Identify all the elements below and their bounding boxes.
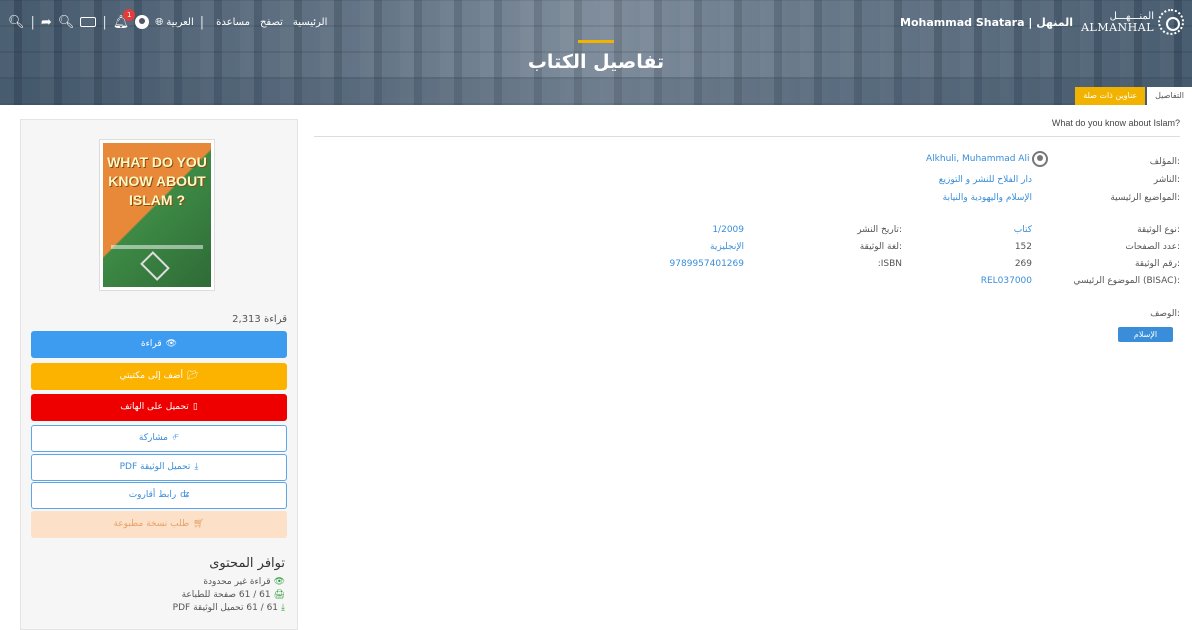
search-icon[interactable]: 🔍︎ [8, 15, 25, 30]
citation-link-label: رابط أقاروت [128, 490, 177, 500]
doc-lang-label: لغة الوثيقة: [859, 242, 902, 252]
document-title: What do you know about Islam? [1051, 118, 1180, 128]
nav-home[interactable]: الرئيسية [293, 17, 327, 28]
bell-icon[interactable]: 🔔︎ 1 [113, 8, 136, 30]
book-cover-subtitle-line [111, 245, 203, 249]
isbn-label: :ISBN [877, 259, 902, 269]
keyboard-icon[interactable] [80, 17, 97, 27]
publisher-value[interactable]: دار الفلاح للنشر و التوزيع [939, 175, 1032, 185]
eye-icon: 👁︎ [165, 339, 178, 349]
toolbar-left: 🔍︎ | ➦ 🔍︎ | 🔔︎ 1 🌐︎ العربية | الرئيسية ت… [8, 8, 327, 30]
isbn-value[interactable]: 9789957401269 [670, 259, 744, 269]
book-cover-emblem [140, 251, 170, 281]
citation-link-button[interactable]: ʥ رابط أقاروت [31, 482, 287, 509]
cart-icon: 🛒︎ [193, 519, 205, 529]
header-banner: 🔍︎ | ➦ 🔍︎ | 🔔︎ 1 🌐︎ العربية | الرئيسية ت… [0, 0, 1192, 105]
doc-type-value[interactable]: كتاب [1014, 225, 1032, 235]
author-value[interactable]: Alkhuli, Muhammad Ali [926, 151, 1049, 167]
doc-number-value: 269 [1014, 259, 1032, 269]
banner-strip [0, 77, 1192, 105]
language-switch[interactable]: 🌐︎ العربية [155, 17, 194, 28]
toolbar-right: Mohammad Shatara | المنهل المنـــهـــل A… [900, 9, 1184, 35]
title-accent-bar [578, 40, 614, 43]
availability-unlimited-text: قراءة غير محدودة [203, 577, 271, 587]
pub-date-label: تاريخ النشر: [857, 225, 902, 235]
tab-related-titles[interactable]: عناوين ذات صلة [1075, 87, 1146, 105]
availability-print-text: 61 / 61 صفحة للطباعة [181, 590, 271, 600]
logo-text: المنـــهـــل ALMANHAL [1081, 10, 1154, 34]
book-cover[interactable]: WHAT DO YOU KNOW ABOUT ISLAM ? [99, 139, 215, 291]
main-nav: الرئيسية تصفح مساعدة [216, 17, 327, 28]
page-title: تفاصيل الكتاب [527, 51, 665, 73]
add-to-library-button[interactable]: 📂︎ أضف إلى مكتبتي [31, 363, 287, 390]
download-pdf-label: تحميل الوثيقة PDF [119, 462, 191, 472]
almanhal-logo[interactable]: المنـــهـــل ALMANHAL [1081, 9, 1184, 35]
author-name[interactable]: Alkhuli, Muhammad Ali [926, 154, 1029, 164]
share-icon: ⮶ [171, 433, 180, 443]
download-pdf-button[interactable]: ⤓ تحميل الوثيقة PDF [31, 454, 287, 481]
phone-icon: ▯ [192, 402, 198, 412]
language-label: العربية [166, 16, 194, 28]
availability-print: 🖨︎ 61 / 61 صفحة للطباعة [182, 590, 285, 600]
logo-english: ALMANHAL [1081, 20, 1154, 34]
doc-lang-value[interactable]: الإنجليزية [710, 242, 744, 252]
publisher-label: الناشر: [1153, 175, 1180, 185]
search-alt-icon[interactable]: 🔍︎ [58, 15, 75, 30]
subject-tag-button[interactable]: الإسلام [1118, 327, 1173, 342]
availability-unlimited: 👁︎ قراءة غير محدودة [203, 577, 285, 587]
nav-browse[interactable]: تصفح [260, 17, 283, 28]
doc-type-label: نوع الوثيقة: [1137, 225, 1180, 235]
eye-icon: 👁︎ [273, 577, 285, 587]
folder-icon: 📂︎ [186, 371, 199, 381]
toolbar-separator: | [30, 14, 35, 30]
download-phone-label: تحميل على الهاتف [120, 402, 189, 412]
tab-details[interactable]: التفاصيل [1147, 87, 1192, 105]
subjects-value[interactable]: الإسلام واليهودية والنيابة [943, 193, 1032, 203]
add-to-library-label: أضف إلى مكتبتي [119, 371, 183, 381]
subjects-label: المواضيع الرئيسية: [1110, 193, 1180, 203]
download-icon: ⤓ [194, 462, 199, 472]
doc-number-label: رقم الوثيقة: [1134, 259, 1180, 269]
toolbar-separator: | [199, 14, 205, 30]
nav-help[interactable]: مساعدة [216, 17, 250, 28]
print-request-button[interactable]: 🛒︎ طلب نسخة مطبوعة [31, 511, 287, 538]
author-profile-icon[interactable] [1032, 151, 1049, 167]
availability-pdf: ⤓ 61 / 61 تحميل الوثيقة PDF [173, 603, 285, 613]
pages-label: عدد الصفحات: [1125, 242, 1180, 252]
title-divider [314, 136, 1180, 137]
share-label: مشاركة [138, 433, 168, 443]
read-button-label: قراءة [140, 339, 162, 349]
availability-title: توافر المحتوى [209, 556, 285, 571]
book-cover-title: WHAT DO YOU KNOW ABOUT ISLAM ? [107, 154, 207, 208]
author-label: المؤلف: [1149, 157, 1180, 167]
download-phone-button[interactable]: ▯ تحميل على الهاتف [31, 394, 287, 421]
sidebar: WHAT DO YOU KNOW ABOUT ISLAM ? 2,313 قرا… [20, 119, 298, 630]
bisac-label: الموضوع الرئيسي (BISAC): [1073, 276, 1181, 286]
share-button[interactable]: ⮶ مشاركة [31, 425, 287, 452]
pages-value: 152 [1014, 242, 1032, 252]
top-bar: 🔍︎ | ➦ 🔍︎ | 🔔︎ 1 🌐︎ العربية | الرئيسية ت… [8, 8, 1184, 35]
notification-badge: 1 [123, 8, 136, 21]
link-icon: ʥ [180, 490, 190, 500]
print-request-label: طلب نسخة مطبوعة [113, 519, 190, 529]
bisac-value[interactable]: REL037000 [981, 276, 1032, 286]
toolbar-separator: | [102, 14, 107, 30]
user-name[interactable]: Mohammad Shatara | المنهل [900, 16, 1073, 29]
printer-icon: 🖨︎ [273, 590, 285, 600]
share-arrow-icon[interactable]: ➦ [41, 15, 52, 30]
logo-arabic: المنـــهـــل [1109, 10, 1154, 22]
book-cover-art: WHAT DO YOU KNOW ABOUT ISLAM ? [103, 143, 211, 287]
logo-icon [1158, 9, 1184, 35]
download-icon: ⤓ [281, 603, 285, 613]
read-button[interactable]: 👁︎ قراءة [31, 331, 287, 358]
read-count: 2,313 قراءة [232, 314, 287, 325]
page-title-wrap: تفاصيل الكتاب [0, 40, 1192, 73]
user-avatar-icon[interactable] [135, 15, 150, 29]
description-label: الوصف: [1150, 309, 1180, 319]
pub-date-value[interactable]: 1/2009 [712, 225, 744, 235]
availability-pdf-text: 61 / 61 تحميل الوثيقة PDF [172, 603, 279, 613]
tab-bar: التفاصيل عناوين ذات صلة [1075, 87, 1192, 105]
